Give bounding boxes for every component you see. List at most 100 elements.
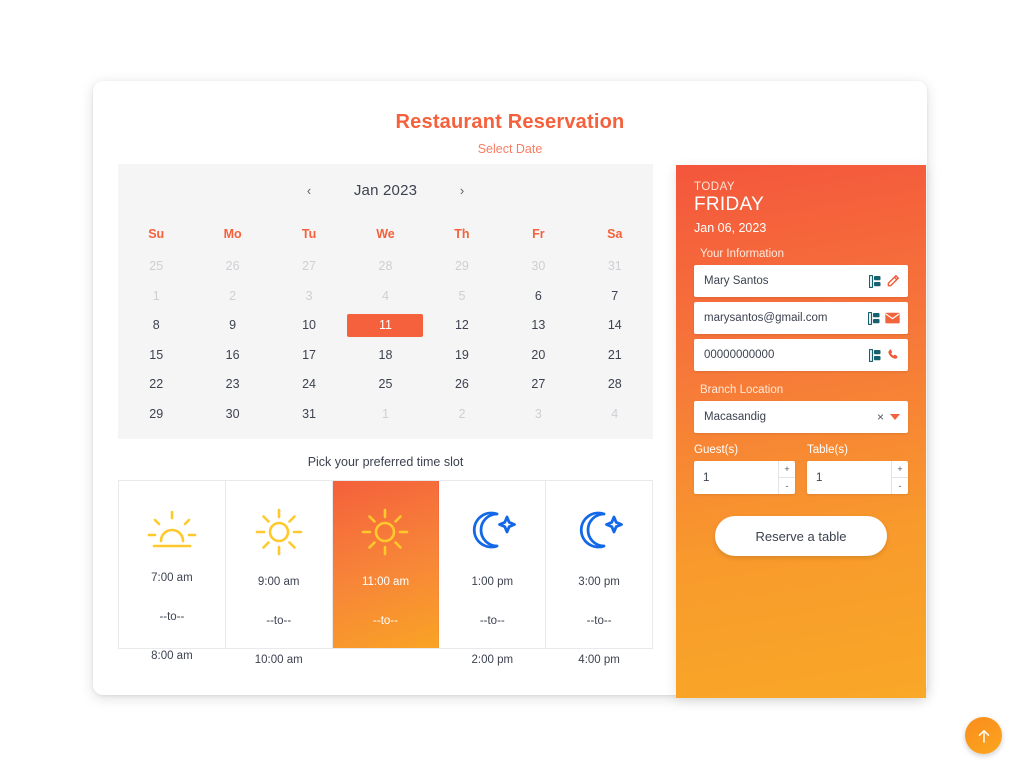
calendar-day[interactable]: 29 — [118, 403, 194, 426]
time-slot-separator: --to-- — [586, 615, 612, 627]
calendar-day[interactable]: 15 — [118, 344, 194, 367]
guests-spinner: + - — [778, 461, 795, 494]
reserve-a-table-button[interactable]: Reserve a table — [715, 516, 887, 556]
your-information-label: Your Information — [700, 248, 784, 260]
calendar-day-selected[interactable]: 11 — [347, 314, 424, 338]
calendar-day: 28 — [378, 259, 393, 274]
calendar-cell: 17 — [271, 341, 347, 371]
time-slot[interactable]: 9:00 am --to-- 10:00 am — [226, 481, 333, 666]
calendar-cell: 16 — [194, 341, 270, 371]
time-slot-end: 10:00 am — [254, 654, 303, 666]
contact-card-icon — [869, 348, 881, 362]
calendar-cell: 4 — [577, 400, 653, 430]
time-slot-start: 3:00 pm — [578, 576, 620, 588]
guests-stepper[interactable]: 1 + - — [694, 461, 795, 494]
time-slot-selected[interactable]: 11:00 am --to-- 12:00 pm — [332, 481, 440, 666]
tables-value[interactable]: 1 — [807, 461, 891, 494]
scroll-to-top-button[interactable] — [965, 717, 1002, 754]
calendar-cell: 11 — [347, 311, 424, 341]
calendar-day: 29 — [454, 259, 469, 274]
time-slot[interactable]: 3:00 pm --to-- 4:00 pm — [546, 481, 652, 666]
caret-down-icon[interactable] — [890, 414, 900, 420]
calendar-day[interactable]: 19 — [424, 344, 500, 367]
tables-stepper[interactable]: 1 + - — [807, 461, 908, 494]
tables-label: Table(s) — [807, 444, 848, 456]
contact-card-icon — [868, 311, 880, 325]
calendar-day[interactable]: 18 — [347, 344, 423, 367]
information-field-value[interactable]: marysantos@gmail.com — [704, 312, 868, 324]
time-slot-start: 7:00 am — [151, 572, 193, 584]
calendar-day[interactable]: 12 — [424, 314, 500, 337]
calendar-day: 27 — [302, 259, 317, 274]
information-field-value[interactable]: 00000000000 — [704, 349, 869, 361]
calendar-day[interactable]: 17 — [271, 344, 347, 367]
calendar-day[interactable]: 6 — [500, 285, 576, 308]
calendar-cell: 27 — [500, 370, 576, 400]
calendar-cell: 8 — [118, 311, 194, 341]
time-slot-separator: --to-- — [159, 611, 185, 623]
sun-icon — [254, 507, 304, 557]
calendar-day[interactable]: 23 — [195, 373, 271, 396]
calendar-day[interactable]: 9 — [195, 314, 271, 337]
sunrise-icon — [146, 507, 198, 553]
select-date-label: Select Date — [477, 142, 543, 156]
calendar-cell: 27 — [271, 252, 347, 282]
calendar-cell: 1 — [118, 282, 194, 312]
clear-x-icon[interactable]: × — [877, 410, 884, 424]
calendar-cell: 29 — [424, 252, 500, 282]
calendar-day-name: Th — [454, 227, 470, 241]
calendar-cell: 26 — [194, 252, 270, 282]
calendar-day[interactable]: 13 — [500, 314, 576, 337]
phone-icon[interactable] — [886, 348, 900, 362]
guests-counter-group: Guest(s) 1 + - — [694, 444, 795, 494]
calendar-month-label: Jan 2023 — [353, 181, 418, 199]
calendar-cell: 25 — [347, 370, 423, 400]
calendar-cell: 1 — [347, 400, 423, 430]
calendar: ‹ Jan 2023 › Su Mo Tu We Th Fr Sa 25 26 27 28 29 30 3… — [118, 164, 653, 439]
calendar-cell: 10 — [271, 311, 347, 341]
calendar-day-name: Mo — [223, 227, 242, 241]
calendar-day[interactable]: 16 — [195, 344, 271, 367]
branch-location-select[interactable]: Macasandig × — [694, 401, 908, 433]
calendar-day[interactable]: 27 — [500, 373, 576, 396]
calendar-day[interactable]: 31 — [271, 403, 347, 426]
calendar-header: ‹ Jan 2023 › — [118, 172, 653, 208]
tables-decrement-button[interactable]: - — [892, 478, 908, 494]
calendar-day[interactable]: 7 — [577, 285, 653, 308]
time-slot-start: 1:00 pm — [471, 576, 514, 588]
information-field[interactable]: 00000000000 — [694, 339, 908, 371]
information-field-value[interactable]: Mary Santos — [704, 275, 869, 287]
contact-card-icon — [868, 311, 880, 325]
calendar-cell: 20 — [500, 341, 576, 371]
time-slot[interactable]: 7:00 am --to-- 8:00 am — [119, 481, 226, 662]
calendar-day[interactable]: 24 — [271, 373, 347, 396]
calendar-cell: 28 — [347, 252, 423, 282]
calendar-day[interactable]: 22 — [118, 373, 194, 396]
guests-decrement-button[interactable]: - — [779, 478, 795, 494]
branch-location-label: Branch Location — [700, 384, 784, 396]
calendar-day[interactable]: 10 — [271, 314, 347, 337]
calendar-day[interactable]: 25 — [347, 373, 423, 396]
calendar-day-name: Sa — [607, 227, 623, 241]
calendar-day[interactable]: 20 — [500, 344, 576, 367]
calendar-day[interactable]: 30 — [195, 403, 271, 426]
calendar-day[interactable]: 28 — [577, 373, 653, 396]
tables-increment-button[interactable]: + — [892, 461, 908, 478]
guests-increment-button[interactable]: + — [779, 461, 795, 478]
pencil-icon[interactable] — [886, 274, 900, 288]
information-field[interactable]: marysantos@gmail.com — [694, 302, 908, 334]
chevron-right-icon[interactable]: › — [451, 184, 473, 197]
calendar-day[interactable]: 8 — [118, 314, 194, 337]
information-field[interactable]: Mary Santos — [694, 265, 908, 297]
information-field-icons — [869, 274, 900, 288]
envelope-icon[interactable] — [885, 312, 900, 324]
calendar-day-name: Su — [148, 227, 165, 241]
tables-spinner: + - — [891, 461, 908, 494]
guests-value[interactable]: 1 — [694, 461, 778, 494]
information-field-icons — [869, 348, 900, 362]
calendar-day[interactable]: 14 — [577, 314, 653, 337]
chevron-left-icon[interactable]: ‹ — [298, 184, 320, 197]
time-slot[interactable]: 1:00 pm --to-- 2:00 pm — [439, 481, 547, 666]
calendar-day[interactable]: 21 — [577, 344, 653, 367]
calendar-day[interactable]: 26 — [424, 373, 500, 396]
